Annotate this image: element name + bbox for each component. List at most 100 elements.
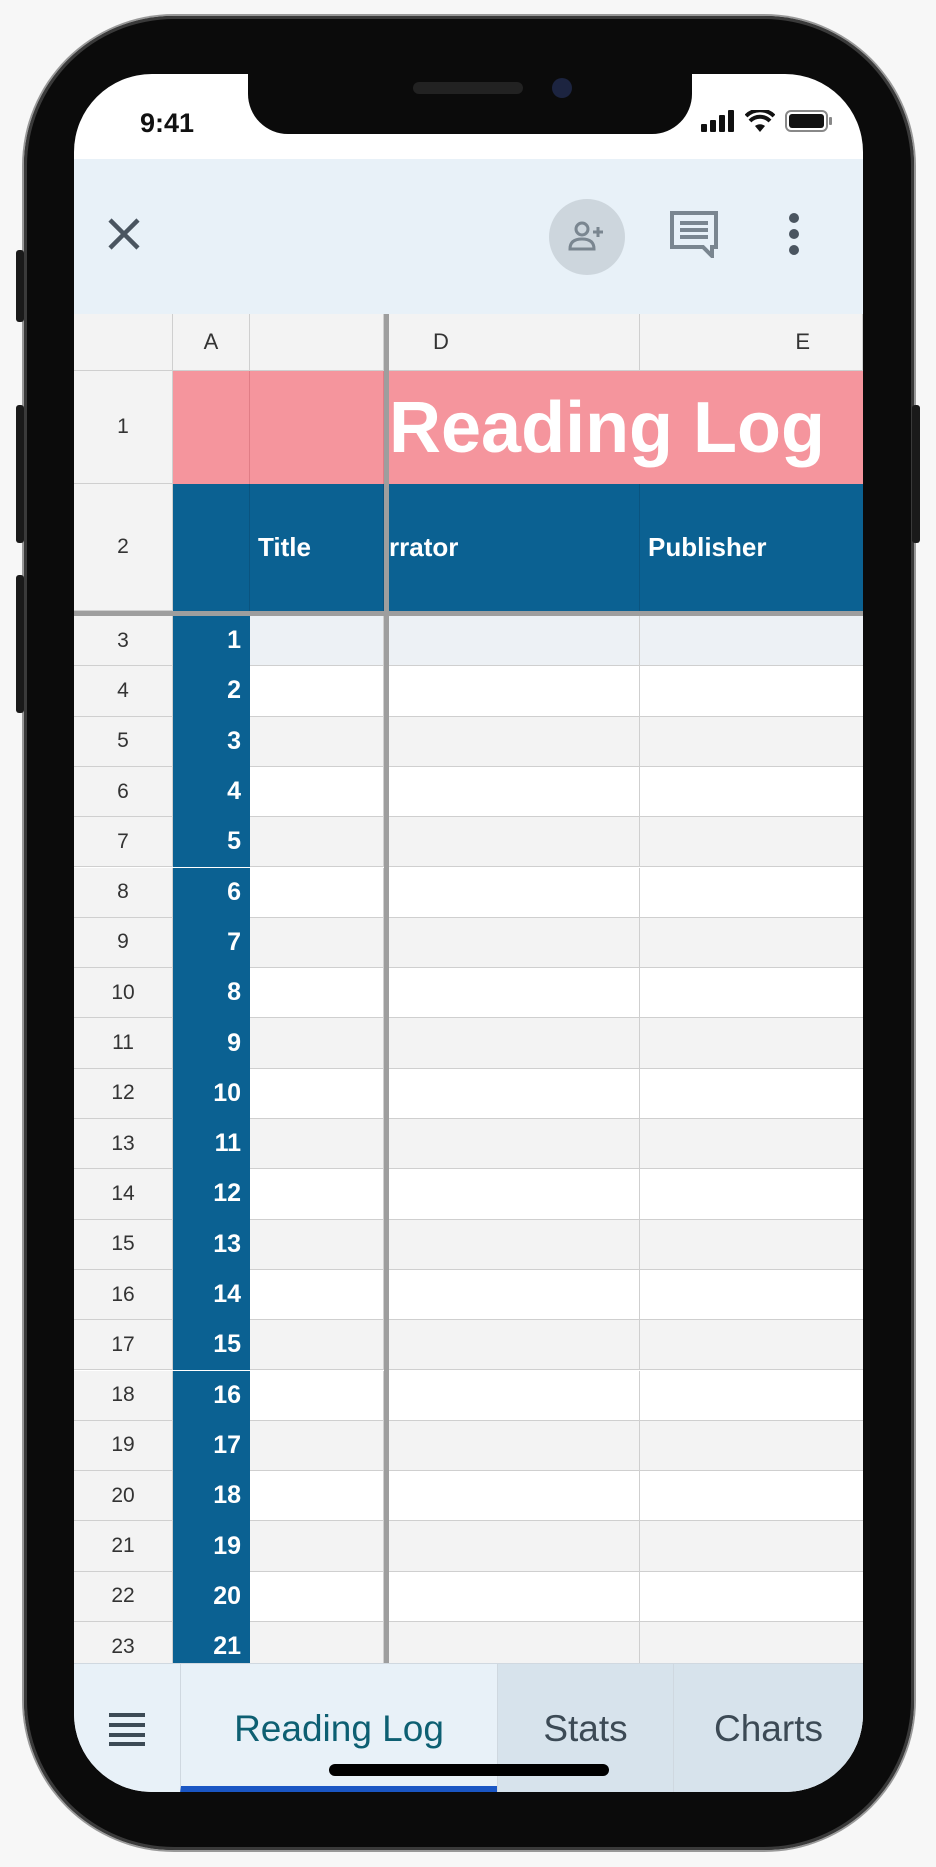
row-header[interactable]: 21	[74, 1521, 173, 1572]
cell-narrator[interactable]	[389, 867, 640, 918]
cell-number[interactable]: 17	[173, 1420, 250, 1472]
header-cell-narrator[interactable]: rrator	[389, 484, 640, 611]
cell-title[interactable]	[250, 766, 384, 818]
cell-publisher[interactable]	[640, 1169, 863, 1220]
cell-narrator[interactable]	[389, 1571, 640, 1622]
all-sheets-button[interactable]	[74, 1664, 180, 1792]
cell-title[interactable]	[250, 1622, 384, 1663]
cell-number[interactable]: 5	[173, 817, 250, 868]
cell-title[interactable]	[250, 1571, 384, 1622]
cell-publisher[interactable]	[640, 1370, 863, 1421]
row-header[interactable]: 23	[74, 1622, 173, 1663]
frozen-column-divider[interactable]	[384, 314, 389, 1663]
cell-narrator[interactable]	[389, 817, 640, 868]
cell-number[interactable]: 19	[173, 1521, 250, 1572]
cell-publisher[interactable]	[640, 1471, 863, 1522]
cell-number[interactable]: 10	[173, 1068, 250, 1119]
cell-narrator[interactable]	[389, 1521, 640, 1572]
cell-title[interactable]	[250, 1269, 384, 1321]
cell-number[interactable]: 15	[173, 1320, 250, 1371]
cell-narrator[interactable]	[389, 968, 640, 1019]
cell-number[interactable]: 1	[173, 616, 250, 667]
cell-narrator[interactable]	[389, 1471, 640, 1522]
cell-number[interactable]: 8	[173, 968, 250, 1019]
cell-narrator[interactable]	[389, 1622, 640, 1663]
row-header[interactable]: 12	[74, 1068, 173, 1119]
cell-number[interactable]: 21	[173, 1622, 250, 1663]
cell-publisher[interactable]	[640, 867, 863, 918]
cell-publisher[interactable]	[640, 716, 863, 767]
row-header-1[interactable]: 1	[74, 371, 173, 484]
cell-number[interactable]: 12	[173, 1169, 250, 1220]
cell-narrator[interactable]	[389, 917, 640, 969]
cell-title[interactable]	[250, 917, 384, 969]
column-header-d[interactable]: D	[389, 314, 640, 371]
row-header[interactable]: 22	[74, 1571, 173, 1622]
cell-title[interactable]	[250, 1169, 384, 1220]
cell-narrator[interactable]	[389, 1018, 640, 1069]
cell-narrator[interactable]	[389, 766, 640, 818]
row-header[interactable]: 15	[74, 1219, 173, 1270]
column-header-b[interactable]	[250, 314, 384, 371]
corner-cell[interactable]	[74, 314, 173, 371]
cell-number[interactable]: 13	[173, 1219, 250, 1270]
column-header-a[interactable]: A	[173, 314, 250, 371]
row-header[interactable]: 8	[74, 867, 173, 918]
cell-publisher[interactable]	[640, 1622, 863, 1663]
cell-publisher[interactable]	[640, 1521, 863, 1572]
cell-publisher[interactable]	[640, 917, 863, 969]
cell-narrator[interactable]	[389, 666, 640, 717]
cell-number[interactable]: 11	[173, 1119, 250, 1170]
sheet-title[interactable]: Reading Log	[389, 371, 863, 484]
row-header[interactable]: 20	[74, 1471, 173, 1522]
cell-title[interactable]	[250, 716, 384, 767]
cell-title[interactable]	[250, 1370, 384, 1421]
cell-publisher[interactable]	[640, 1420, 863, 1472]
cell-title[interactable]	[250, 1521, 384, 1572]
row-header[interactable]: 16	[74, 1269, 173, 1321]
cell-narrator[interactable]	[389, 1119, 640, 1170]
share-button[interactable]	[549, 199, 625, 275]
row-header[interactable]: 7	[74, 817, 173, 868]
frozen-row-divider[interactable]	[74, 611, 863, 616]
cell-title[interactable]	[250, 1420, 384, 1472]
cell-number[interactable]: 18	[173, 1471, 250, 1522]
cell-number[interactable]: 6	[173, 867, 250, 918]
cell-title[interactable]	[250, 666, 384, 717]
cell-number[interactable]: 20	[173, 1571, 250, 1622]
header-cell-title[interactable]: Title	[250, 484, 384, 611]
cell-publisher[interactable]	[640, 1320, 863, 1371]
cell-publisher[interactable]	[640, 817, 863, 868]
cell-publisher[interactable]	[640, 1571, 863, 1622]
cell-number[interactable]: 2	[173, 666, 250, 717]
row-header[interactable]: 4	[74, 666, 173, 717]
cell-number[interactable]: 14	[173, 1269, 250, 1321]
title-cell-a1[interactable]	[173, 371, 250, 484]
row-header[interactable]: 17	[74, 1320, 173, 1371]
cell-narrator[interactable]	[389, 1169, 640, 1220]
close-button[interactable]	[94, 204, 154, 264]
cell-number[interactable]: 16	[173, 1370, 250, 1421]
cell-publisher[interactable]	[640, 1119, 863, 1170]
row-header[interactable]: 5	[74, 716, 173, 767]
cell-narrator[interactable]	[389, 716, 640, 767]
column-header-e[interactable]: E	[640, 314, 863, 371]
cell-title[interactable]	[250, 1119, 384, 1170]
cell-narrator[interactable]	[389, 1320, 640, 1371]
cell-publisher[interactable]	[640, 766, 863, 818]
cell-title[interactable]	[250, 1219, 384, 1270]
cell-publisher[interactable]	[640, 1068, 863, 1119]
cell-title[interactable]	[250, 867, 384, 918]
cell-title[interactable]	[250, 1471, 384, 1522]
header-cell-a2[interactable]	[173, 484, 250, 611]
title-cell-b1[interactable]	[250, 371, 384, 484]
row-header[interactable]: 18	[74, 1370, 173, 1421]
row-header[interactable]: 13	[74, 1119, 173, 1170]
cell-narrator[interactable]	[389, 1269, 640, 1321]
spreadsheet-grid[interactable]: A D E 1 Reading Log 2 Title rrator Publi…	[74, 314, 863, 1663]
row-header-2[interactable]: 2	[74, 484, 173, 611]
cell-publisher[interactable]	[640, 1269, 863, 1321]
header-cell-publisher[interactable]: Publisher	[640, 484, 863, 611]
cell-number[interactable]: 4	[173, 766, 250, 818]
cell-publisher[interactable]	[640, 666, 863, 717]
